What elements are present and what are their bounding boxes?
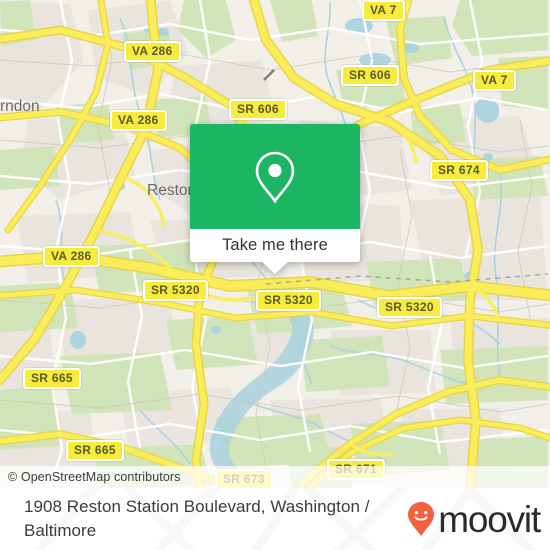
road-shield: VA 286 — [124, 41, 181, 62]
road-shield: VA 7 — [362, 0, 405, 21]
road-shield: SR 606 — [341, 65, 399, 86]
footer-bar: 1908 Reston Station Boulevard, Washingto… — [0, 488, 550, 550]
road-shield: SR 665 — [23, 368, 81, 389]
osm-attribution-text: © OpenStreetMap contributors — [8, 470, 181, 484]
moovit-wordmark: moovit — [438, 498, 541, 540]
place-label-herndon: rndon — [0, 98, 40, 115]
road-shield: VA 7 — [473, 70, 516, 91]
road-shield: SR 5320 — [377, 297, 442, 318]
place-label-reston: Reston — [147, 182, 197, 199]
popup-tail — [262, 262, 288, 274]
moovit-pin-icon — [408, 502, 435, 536]
road-shield: VA 286 — [110, 110, 167, 131]
road-shield: VA 286 — [43, 246, 100, 267]
road-shield: SR 665 — [66, 440, 124, 461]
take-me-there-button[interactable]: Take me there — [190, 229, 360, 262]
map-pin-icon — [255, 151, 295, 203]
road-shield: SR 5320 — [256, 290, 321, 311]
road-shield: SR 674 — [430, 160, 488, 181]
road-shield: SR 606 — [229, 99, 287, 120]
address-text: 1908 Reston Station Boulevard, Washingto… — [24, 496, 370, 540]
moovit-logo[interactable]: moovit — [406, 498, 541, 540]
location-popup-card[interactable]: Take me there — [190, 124, 360, 274]
road-shield: SR 5320 — [143, 280, 208, 301]
take-me-there-label: Take me there — [222, 236, 328, 254]
osm-attribution: © OpenStreetMap contributors — [0, 466, 550, 488]
popup-header — [190, 124, 360, 229]
moovit-map-screenshot: rndon Reston VA 286 VA 7 SR 606 VA 7 VA … — [0, 0, 550, 550]
